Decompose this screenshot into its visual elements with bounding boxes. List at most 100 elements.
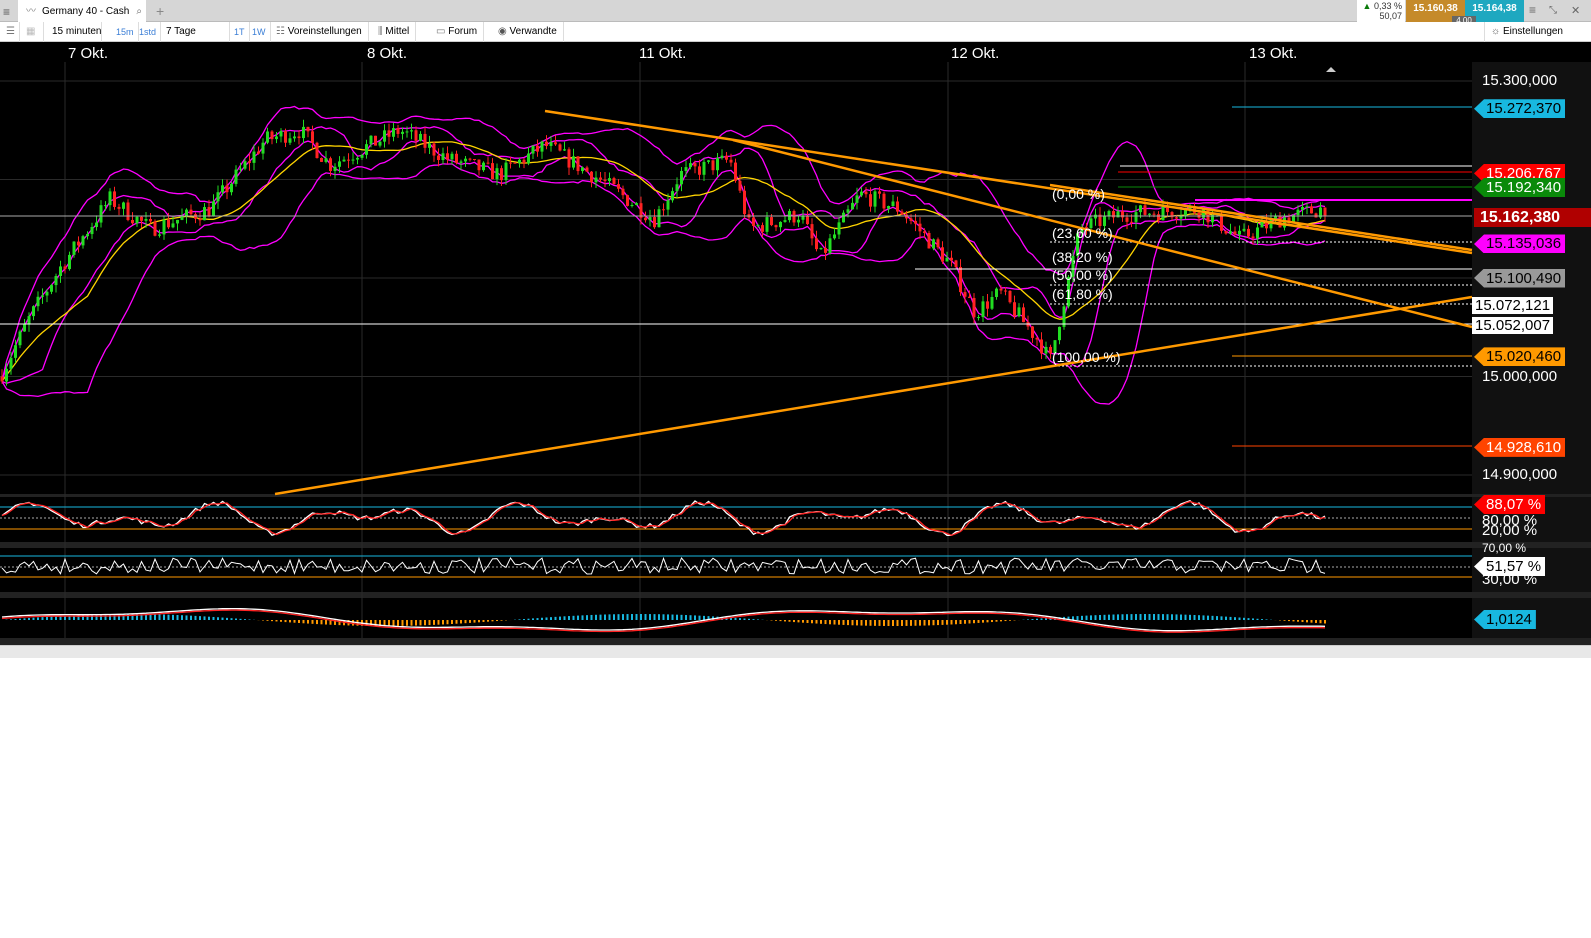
related-button[interactable]: ◉ Verwandte xyxy=(492,22,564,42)
candle-body xyxy=(558,144,562,151)
macd-histogram-bar xyxy=(694,615,696,620)
candle-body xyxy=(932,239,935,249)
add-tab-button[interactable]: + xyxy=(156,3,164,19)
macd-histogram-bar xyxy=(671,614,674,620)
date-label: 8 Okt. xyxy=(367,45,408,62)
macd-histogram-bar xyxy=(406,620,408,626)
price-tag[interactable]: 15.192,340 xyxy=(1474,178,1566,198)
price-tag[interactable]: 15.100,490 xyxy=(1474,268,1566,288)
candle-body xyxy=(779,221,782,228)
forum-button[interactable]: ▭ Forum xyxy=(430,22,485,42)
candle-body xyxy=(351,159,355,161)
macd-histogram-bar xyxy=(617,614,620,620)
macd-histogram-bar xyxy=(311,620,314,624)
macd-histogram-bar xyxy=(869,620,872,626)
macd-histogram-bar xyxy=(824,620,827,625)
macd-histogram-bar xyxy=(388,620,390,626)
macd-histogram-bar xyxy=(644,614,647,620)
menu-icon[interactable]: ≡ xyxy=(3,5,10,19)
fib-label: (50,00 %) xyxy=(1052,267,1113,283)
macd-histogram-bar xyxy=(955,620,957,625)
list-icon[interactable]: ☰ xyxy=(0,22,20,42)
price-tag[interactable]: 15.135,036 xyxy=(1474,234,1566,254)
candle-body xyxy=(1301,207,1304,210)
candle-body xyxy=(752,217,755,226)
macd-histogram-bar xyxy=(829,620,831,625)
macd-histogram-bar xyxy=(572,615,575,620)
candle-body xyxy=(1058,326,1061,341)
indicator-button[interactable]: ⫼ Mittel xyxy=(372,22,417,42)
macd-histogram-bar xyxy=(487,620,489,622)
macd-histogram-bar xyxy=(1261,619,1263,620)
range-select[interactable]: 7 Tage xyxy=(160,22,230,42)
presets-button[interactable]: ☷ Voreinstellungen xyxy=(270,22,369,42)
candle-body xyxy=(1157,214,1160,221)
candle-body xyxy=(126,202,130,220)
candle-body xyxy=(1094,214,1097,219)
candle-body xyxy=(1197,212,1201,218)
macd-histogram-bar xyxy=(293,620,296,623)
date-label: 7 Okt. xyxy=(68,45,109,62)
stoch-value-tag[interactable]: 88,07 % xyxy=(1474,495,1546,514)
candle-body xyxy=(990,296,994,309)
range-1t-button[interactable]: 1T xyxy=(230,22,250,42)
macd-histogram-bar xyxy=(851,620,854,626)
macd-histogram-bar xyxy=(50,616,53,620)
candle-body xyxy=(716,157,719,171)
price-level-box[interactable]: 15.052,007 xyxy=(1472,317,1554,335)
macd-histogram-bar xyxy=(667,614,669,620)
chart-area[interactable]: 7 Okt. 8 Okt. 11 Okt. 12 Okt. 13 Okt. (0,00 … xyxy=(0,42,1591,645)
macd-histogram-bar xyxy=(887,620,890,626)
interval-select[interactable]: 15 minuten xyxy=(46,22,102,42)
macd-histogram-bar xyxy=(1031,619,1034,620)
close-icon[interactable]: ✕ xyxy=(1571,4,1580,17)
macd-value-tag[interactable]: 1,0124 xyxy=(1474,610,1536,629)
candle-body xyxy=(612,178,616,185)
bottom-scroll-strip[interactable] xyxy=(0,645,1591,658)
minimize-icon[interactable]: ⤡ xyxy=(1549,5,1557,16)
range-1w-button[interactable]: 1W xyxy=(248,22,271,42)
presets-label: Voreinstellungen xyxy=(287,26,362,37)
price-tag[interactable]: 15.020,460 xyxy=(1474,347,1566,367)
candle-body xyxy=(338,161,341,167)
candle-body xyxy=(32,306,35,317)
candle-body xyxy=(495,168,499,180)
macd-histogram-bar xyxy=(167,614,170,620)
macd-signal-line xyxy=(1,609,1326,633)
candle-body xyxy=(378,141,382,146)
candle-body xyxy=(797,219,800,223)
tab-germany-40[interactable]: 〰 Germany 40 - Cash ⌕ xyxy=(18,0,146,23)
options-icon[interactable]: ≡ xyxy=(1529,3,1536,17)
grid-icon[interactable]: ▦ xyxy=(20,22,44,42)
macd-histogram-bar xyxy=(995,620,998,622)
macd-histogram-bar xyxy=(554,616,557,620)
candle-body xyxy=(77,241,80,246)
price-chart[interactable] xyxy=(0,42,1591,645)
search-icon[interactable]: ⌕ xyxy=(136,0,142,23)
candle-body xyxy=(1013,302,1016,317)
macd-histogram-bar xyxy=(878,620,881,626)
macd-histogram-bar xyxy=(1211,615,1214,620)
price-level-box[interactable]: 15.072,121 xyxy=(1472,297,1554,315)
price-tag[interactable]: 15.272,370 xyxy=(1474,99,1566,119)
candle-body xyxy=(887,206,890,209)
candle-body xyxy=(140,216,143,221)
macd-histogram-bar xyxy=(595,614,597,620)
macd-histogram-bar xyxy=(392,620,395,626)
price-tag[interactable]: 14.928,610 xyxy=(1474,437,1566,457)
macd-histogram-bar xyxy=(244,619,246,620)
macd-histogram-bar xyxy=(523,619,525,620)
macd-histogram-bar xyxy=(590,614,593,620)
interval-1std-button[interactable]: 1std xyxy=(135,22,162,42)
candle-body xyxy=(90,226,94,235)
macd-histogram-bar xyxy=(298,620,300,624)
macd-histogram-bar xyxy=(410,620,413,626)
current-price-tag[interactable]: 15.162,380 xyxy=(1474,207,1591,227)
macd-histogram-bar xyxy=(685,615,687,620)
rsi-value-tag[interactable]: 51,57 % xyxy=(1474,557,1546,576)
macd-histogram-bar xyxy=(937,620,939,626)
settings-button[interactable]: ☼ Einstellungen xyxy=(1484,22,1569,42)
candle-body xyxy=(743,190,746,215)
candle-body xyxy=(1134,212,1138,222)
macd-histogram-bar xyxy=(185,615,188,620)
